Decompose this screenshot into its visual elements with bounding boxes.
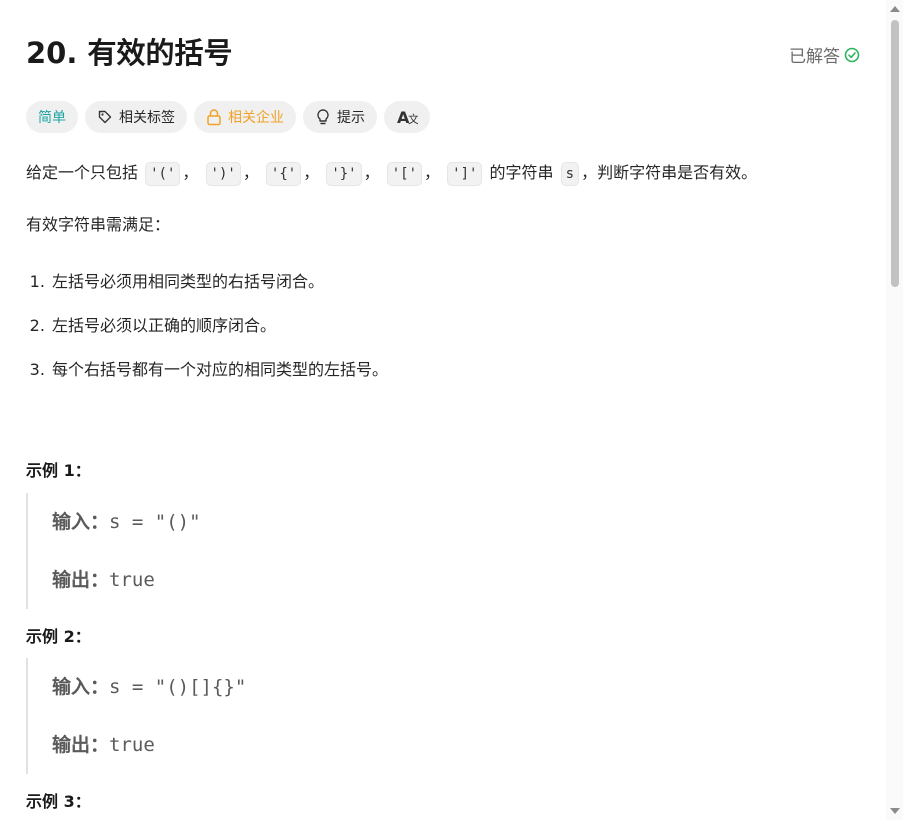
svg-text:文: 文 [408, 112, 418, 126]
example-1-output: 输出：true [52, 551, 626, 609]
rule-item: 每个右括号都有一个对应的相同类型的左括号。 [50, 348, 388, 392]
char-code: '{' [265, 162, 302, 186]
example-1-block: 输入：s = "()" 输出：true [26, 493, 626, 609]
topics-tag-button[interactable]: 相关标签 [85, 101, 187, 133]
topics-label: 相关标签 [119, 110, 175, 126]
separator: ， [182, 163, 199, 182]
example-3-title: 示例 3： [26, 792, 91, 811]
solved-status: 已解答 [789, 42, 860, 67]
problem-description-page: 20. 有效的括号 已解答 简单 相关标签 相关企业 提示 A 文 给定一个只包… [0, 0, 903, 820]
hint-tag-button[interactable]: 提示 [303, 101, 377, 133]
input-value: s = "()[]{}" [109, 676, 247, 698]
rules-list: 左括号必须用相同类型的右括号闭合。 左括号必须以正确的顺序闭合。 每个右括号都有… [26, 260, 388, 392]
input-value: s = "()" [109, 511, 201, 533]
vertical-scrollbar[interactable] [886, 0, 903, 820]
output-label: 输出： [52, 569, 110, 591]
difficulty-tag[interactable]: 简单 [26, 101, 78, 133]
statement-prefix: 给定一个只包括 [26, 163, 139, 182]
input-label: 输入： [52, 676, 110, 698]
lightbulb-icon [315, 108, 331, 126]
companies-label: 相关企业 [228, 110, 284, 126]
example-1-input: 输入：s = "()" [52, 493, 626, 551]
example-1-title: 示例 1： [26, 461, 91, 480]
translate-icon: A 文 [396, 108, 418, 126]
problem-title[interactable]: 20. 有效的括号 [26, 34, 232, 72]
separator: ， [363, 163, 380, 182]
problem-statement: 给定一个只包括 '('， ')'， '{'， '}'， '['， ']' 的字符… [26, 157, 757, 190]
var-code: s [560, 162, 580, 186]
difficulty-label: 简单 [38, 110, 66, 126]
separator: ， [303, 163, 320, 182]
char-code: '[' [386, 162, 423, 186]
scrollbar-thumb[interactable] [891, 20, 899, 287]
output-label: 输出： [52, 734, 110, 756]
example-2-title: 示例 2： [26, 627, 91, 646]
input-label: 输入： [52, 511, 110, 533]
translate-button[interactable]: A 文 [384, 101, 430, 133]
companies-tag-button[interactable]: 相关企业 [194, 101, 296, 133]
statement-suffix: ，判断字符串是否有效。 [581, 163, 758, 182]
output-value: true [109, 734, 155, 756]
char-code: '(' [145, 162, 181, 186]
solved-status-label: 已解答 [789, 47, 840, 67]
char-code: '}' [326, 162, 362, 186]
separator: ， [242, 163, 259, 182]
rule-item: 左括号必须以正确的顺序闭合。 [50, 304, 388, 348]
separator: ， [424, 163, 441, 182]
example-2-input: 输入：s = "()[]{}" [52, 658, 626, 716]
scroll-up-arrow-icon[interactable] [890, 6, 900, 12]
rules-intro: 有效字符串需满足： [26, 215, 171, 234]
problem-header: 20. 有效的括号 已解答 [26, 34, 860, 74]
example-2-output: 输出：true [52, 716, 626, 774]
check-circle-icon [844, 47, 860, 63]
example-2-block: 输入：s = "()[]{}" 输出：true [26, 658, 626, 774]
output-value: true [109, 569, 155, 591]
rule-item: 左括号必须用相同类型的右括号闭合。 [50, 260, 388, 304]
tag-row: 简单 相关标签 相关企业 提示 A 文 [26, 101, 430, 133]
statement-middle: 的字符串 [489, 163, 554, 182]
scroll-down-arrow-icon[interactable] [890, 808, 900, 814]
lock-icon [206, 108, 222, 126]
char-code: ')' [205, 162, 241, 186]
tag-icon [97, 109, 113, 125]
char-code: ']' [447, 162, 483, 186]
hint-label: 提示 [337, 110, 365, 126]
